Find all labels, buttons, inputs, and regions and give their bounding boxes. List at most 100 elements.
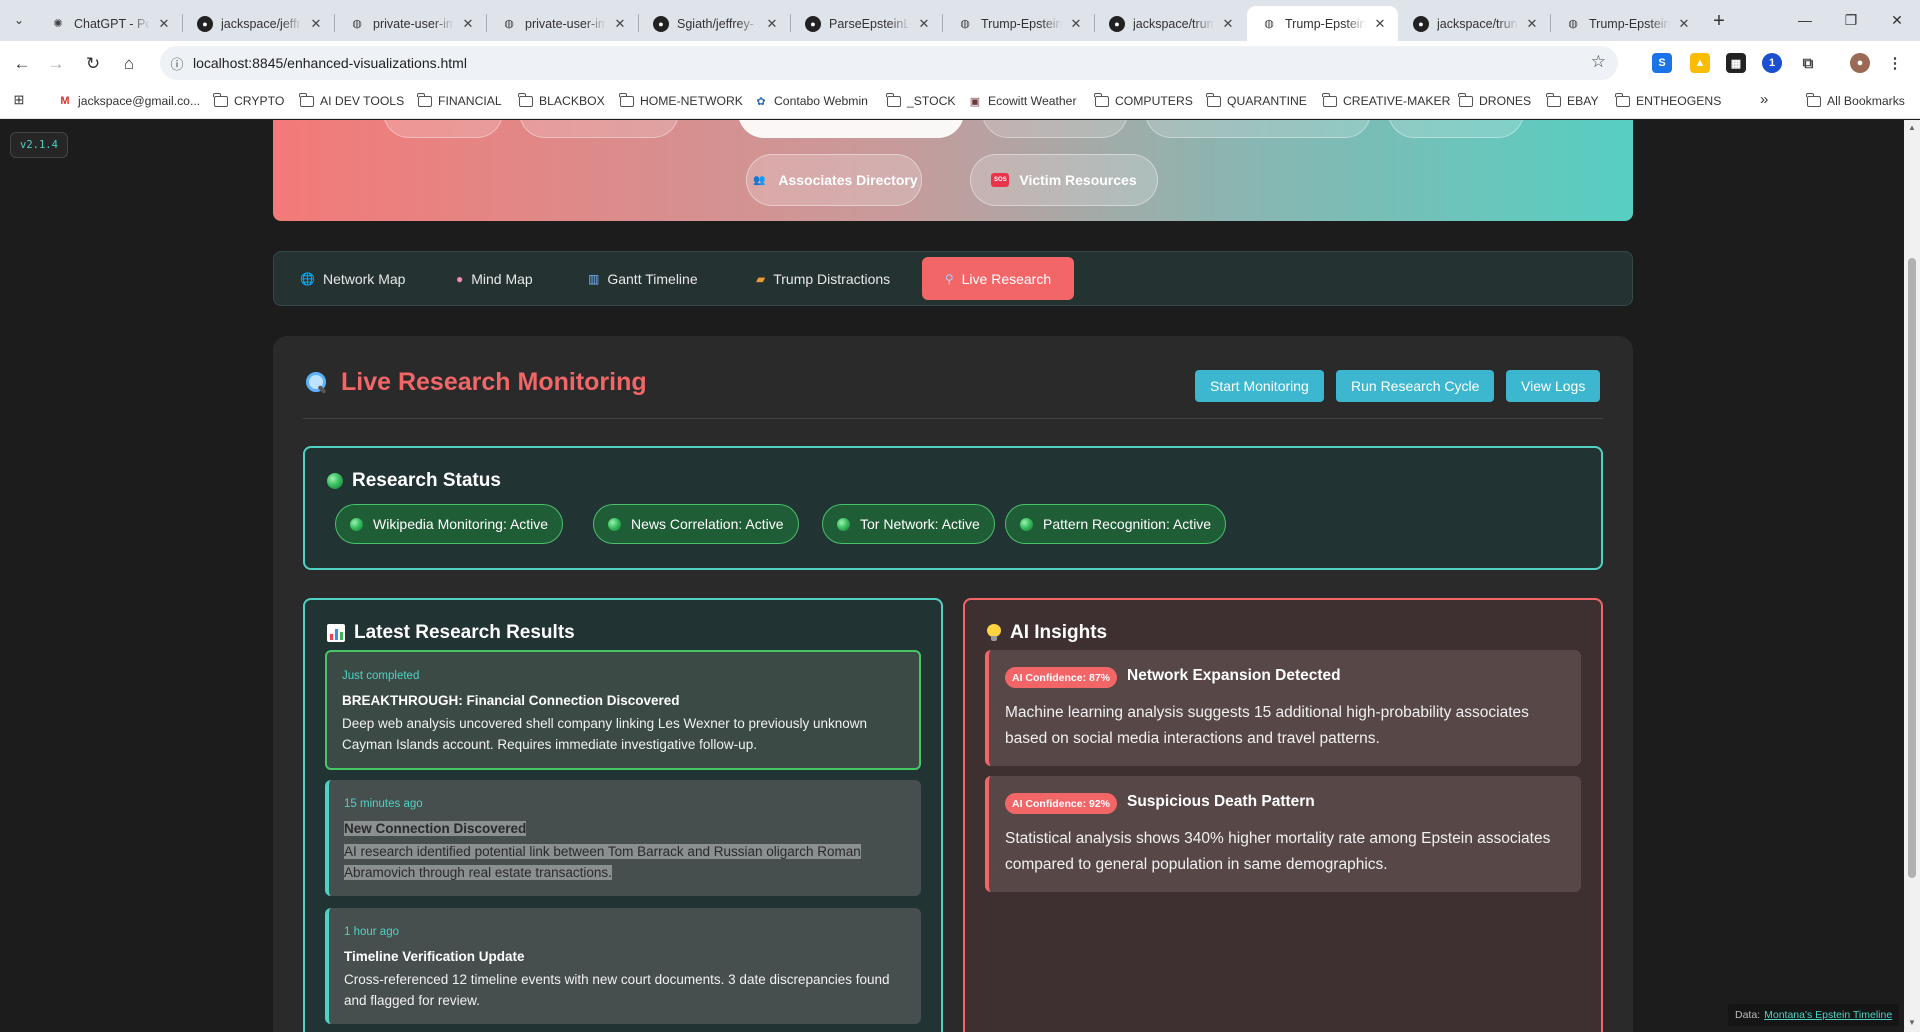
bookmark-folder[interactable]: BLACKBOX (518, 92, 605, 108)
browser-tab[interactable]: ● jackspace/jeffr ✕ (183, 6, 334, 41)
bookmark-folder[interactable]: CREATIVE-MAKER (1322, 92, 1450, 108)
browser-tab[interactable]: ◍ Trump-Epstein ✕ (943, 6, 1094, 41)
extension-icon[interactable]: ▦ (1726, 53, 1746, 73)
page-viewport: v2.1.4 👥 Associates Directory SOS Victim… (0, 120, 1904, 1032)
close-tab-icon[interactable]: ✕ (156, 16, 172, 32)
close-window-button[interactable]: ✕ (1874, 8, 1920, 32)
close-tab-icon[interactable]: ✕ (1524, 16, 1540, 32)
hero-nav-button[interactable] (383, 120, 503, 138)
status-chip-news: News Correlation: Active (593, 504, 799, 544)
close-tab-icon[interactable]: ✕ (1372, 16, 1388, 32)
tab-mind-map[interactable]: ● Mind Map (442, 257, 547, 300)
password-manager-icon[interactable]: 1 (1762, 53, 1782, 73)
new-tab-button[interactable]: + (1706, 8, 1732, 34)
site-info-icon[interactable]: ⓘ (166, 52, 188, 74)
tab-search-button[interactable]: ⌄ (6, 8, 32, 32)
extension-icon[interactable]: S (1652, 53, 1672, 73)
hero-nav-button[interactable] (1145, 120, 1371, 138)
victim-resources-button[interactable]: SOS Victim Resources (970, 154, 1158, 206)
view-logs-button[interactable]: View Logs (1506, 370, 1601, 402)
restore-button[interactable]: ❐ (1828, 8, 1874, 32)
research-status-box: Research Status Wikipedia Monitoring: Ac… (303, 446, 1603, 570)
forward-button[interactable]: → (42, 50, 70, 78)
address-bar[interactable]: ⓘ localhost:8845/enhanced-visualizations… (160, 46, 1618, 80)
bookmark-folder[interactable]: AI DEV TOOLS (299, 92, 404, 108)
scroll-up-icon[interactable]: ▲ (1907, 123, 1917, 133)
bookmark-folder[interactable]: HOME-NETWORK (619, 92, 743, 108)
browser-tab[interactable]: ● ParseEpsteinLo ✕ (791, 6, 942, 41)
close-tab-icon[interactable]: ✕ (612, 16, 628, 32)
bookmark-folder[interactable]: FINANCIAL (417, 92, 502, 108)
bookmark-contabo[interactable]: ✿ Contabo Webmin (754, 94, 868, 108)
result-card[interactable]: Just completed BREAKTHROUGH: Financial C… (325, 650, 921, 770)
brain-icon: ● (456, 271, 464, 286)
chart-icon: ▥ (588, 271, 600, 286)
close-tab-icon[interactable]: ✕ (1676, 16, 1692, 32)
bookmark-folder[interactable]: _STOCK (886, 92, 956, 108)
bookmark-folder[interactable]: DRONES (1458, 92, 1531, 108)
run-research-cycle-button[interactable]: Run Research Cycle (1336, 370, 1495, 402)
drive-icon[interactable]: ▲ (1690, 53, 1710, 73)
result-body: Deep web analysis uncovered shell compan… (342, 716, 868, 752)
tab-trump-distractions[interactable]: ▰ Trump Distractions (742, 257, 904, 300)
browser-menu-icon[interactable]: ⋮ (1885, 53, 1905, 73)
close-tab-icon[interactable]: ✕ (460, 16, 476, 32)
home-button[interactable]: ⌂ (115, 50, 143, 78)
reload-button[interactable]: ↻ (79, 50, 107, 78)
result-card[interactable]: 15 minutes ago New Connection Discovered… (325, 780, 921, 896)
associates-directory-button[interactable]: 👥 Associates Directory (746, 154, 922, 206)
insight-card[interactable]: AI Confidence: 87% Network Expansion Det… (985, 650, 1581, 766)
bookmark-gmail[interactable]: Mjackspace@gmail.co... (58, 94, 200, 108)
bookmark-folder[interactable]: CRYPTO (213, 92, 284, 108)
close-tab-icon[interactable]: ✕ (308, 16, 324, 32)
all-bookmarks-button[interactable]: All Bookmarks (1806, 92, 1905, 108)
browser-tab[interactable]: ● jackspace/trum ✕ (1095, 6, 1246, 41)
tab-live-research[interactable]: ⚲ Live Research (922, 257, 1074, 300)
folder-icon (213, 92, 228, 107)
scrollbar-thumb[interactable] (1908, 258, 1916, 878)
more-bookmarks-button[interactable]: » (1760, 91, 1768, 108)
bookmark-folder[interactable]: COMPUTERS (1094, 92, 1193, 108)
hero-nav-button-active[interactable] (738, 120, 964, 138)
close-tab-icon[interactable]: ✕ (1068, 16, 1084, 32)
hero-nav-button[interactable] (519, 120, 679, 138)
ai-insights-box: AI Insights AI Confidence: 87% Network E… (963, 598, 1603, 1032)
hero-nav-button[interactable] (982, 120, 1128, 138)
close-tab-icon[interactable]: ✕ (764, 16, 780, 32)
confidence-badge: AI Confidence: 87% (1005, 667, 1118, 688)
globe-icon: ◍ (1264, 18, 1274, 30)
back-button[interactable]: ← (8, 50, 36, 78)
browser-tab[interactable]: ● Sgiath/jeffrey- ✕ (639, 6, 790, 41)
folder-icon (619, 92, 634, 107)
bookmark-star-icon[interactable]: ☆ (1591, 52, 1606, 72)
page-scrollbar[interactable]: ▲ ▼ (1904, 120, 1920, 1032)
browser-tab[interactable]: ◍ private-user-im ✕ (487, 6, 638, 41)
browser-tab[interactable]: ● jackspace/trun ✕ (1399, 6, 1550, 41)
tab-gantt-timeline[interactable]: ▥ Gantt Timeline (574, 257, 712, 300)
insight-card[interactable]: AI Confidence: 92% Suspicious Death Patt… (985, 776, 1581, 892)
result-card[interactable]: 1 hour ago Timeline Verification Update … (325, 908, 921, 1024)
webmin-icon: ✿ (756, 95, 766, 108)
bookmark-folder[interactable]: QUARANTINE (1206, 92, 1307, 108)
hero-nav-button[interactable] (1388, 120, 1524, 138)
browser-tab[interactable]: ◍ Trump-Epstein ✕ (1551, 6, 1702, 41)
browser-tab[interactable]: ◍ private-user-im ✕ (335, 6, 486, 41)
insight-body: Statistical analysis shows 340% higher m… (1005, 830, 1551, 873)
bookmark-folder[interactable]: ENTHEOGENS (1615, 92, 1721, 108)
folder-icon (886, 92, 901, 107)
start-monitoring-button[interactable]: Start Monitoring (1195, 370, 1324, 402)
url-text[interactable]: localhost:8845/enhanced-visualizations.h… (193, 55, 467, 71)
tab-network-map[interactable]: 🌐 Network Map (286, 257, 419, 300)
browser-tab-active[interactable]: ◍ Trump-Epstein ✕ (1247, 6, 1398, 41)
browser-tab[interactable]: ✺ ChatGPT - Polit ✕ (36, 6, 182, 41)
credit-link[interactable]: Montana's Epstein Timeline (1764, 1009, 1892, 1021)
close-tab-icon[interactable]: ✕ (1220, 16, 1236, 32)
extensions-puzzle-icon[interactable]: ⧉ (1798, 53, 1818, 73)
close-tab-icon[interactable]: ✕ (916, 16, 932, 32)
bookmark-ecowitt[interactable]: ▣ Ecowitt Weather (968, 94, 1077, 108)
bookmark-folder[interactable]: EBAY (1546, 92, 1599, 108)
scroll-down-icon[interactable]: ▼ (1907, 1018, 1917, 1028)
minimize-button[interactable]: — (1782, 8, 1828, 32)
profile-avatar[interactable]: ● (1850, 53, 1870, 73)
apps-grid-icon[interactable]: ⊞ (12, 92, 32, 107)
